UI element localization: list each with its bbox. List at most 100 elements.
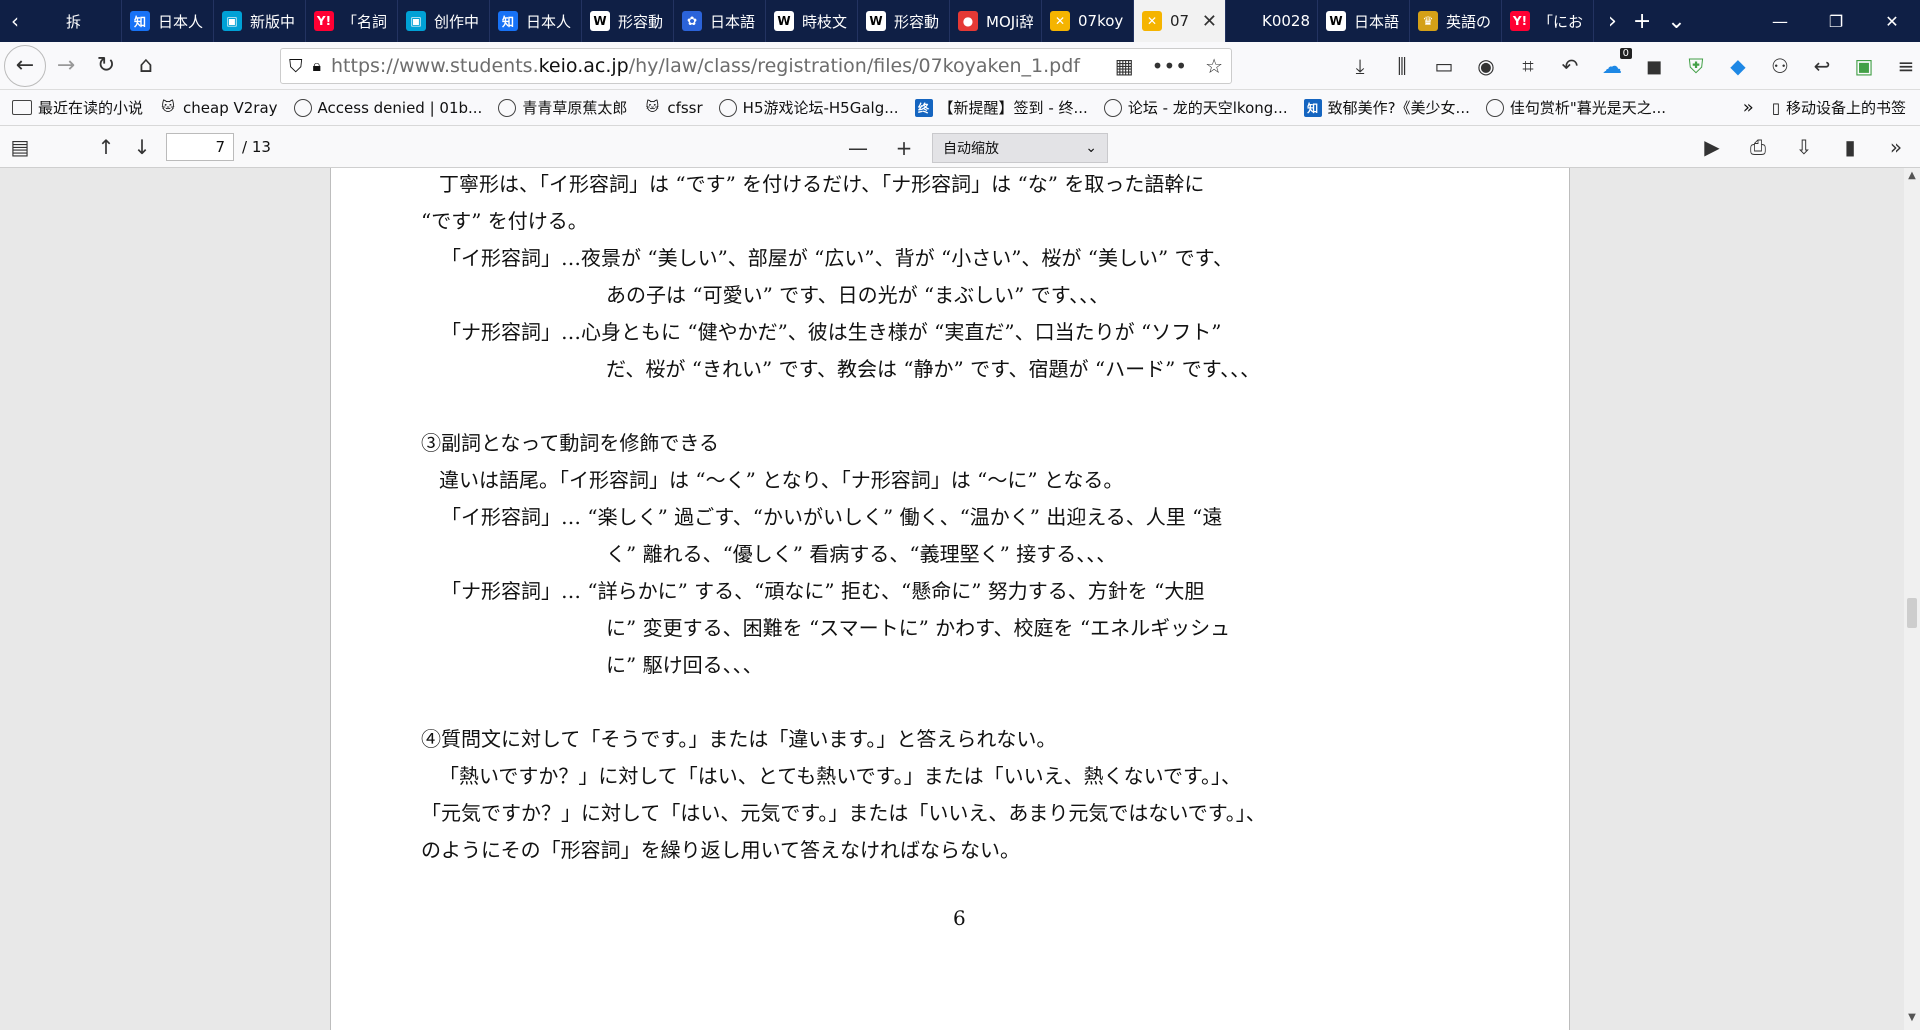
save-icon[interactable]: ▣	[1852, 54, 1876, 78]
tab-scroll-left-button[interactable]: ‹	[0, 0, 30, 42]
page-number-input[interactable]: 7	[166, 132, 234, 161]
presentation-mode-button[interactable]: ▶	[1694, 129, 1730, 165]
bookmark-item[interactable]: Access denied | 01b...	[293, 98, 482, 117]
tab-title: 日本人	[526, 12, 572, 31]
pdf-viewer[interactable]: 6 丁寧形は、「イ形容詞」は “です” を付けるだけ、「ナ形容詞」は “な” を…	[0, 168, 1920, 1030]
menu-icon[interactable]: ≡	[1894, 54, 1918, 78]
bookmark-view-button[interactable]: ▮	[1832, 129, 1868, 165]
tab-15[interactable]: ♛ 英語の	[1410, 0, 1502, 42]
home-button[interactable]: ⌂	[126, 46, 166, 86]
scroll-thumb[interactable]	[1907, 598, 1917, 628]
tab-favicon-icon: W	[866, 11, 886, 31]
tab-16[interactable]: Y! 「にお	[1502, 0, 1594, 42]
mobile-bookmarks-folder[interactable]: ▯ 移动设备上的书签	[1772, 97, 1906, 118]
extension-cat-icon[interactable]: ◼	[1642, 54, 1666, 78]
tab-title: 拆	[66, 12, 82, 31]
download-pdf-icon: ⇩	[1795, 135, 1813, 159]
crop-icon[interactable]: ⌗	[1516, 54, 1540, 78]
tab-scroll-right-button[interactable]: ›	[1608, 9, 1617, 34]
scroll-up-arrow[interactable]: ▲	[1904, 170, 1920, 186]
zoom-out-button[interactable]: —	[840, 130, 876, 166]
bookmark-item[interactable]: 佳句赏析"暮光是天之...	[1485, 97, 1666, 118]
tab-title: 時枝文	[802, 12, 848, 31]
forward-button[interactable]: →	[46, 46, 86, 86]
tab-0[interactable]: 拆	[30, 0, 122, 42]
tab-13[interactable]: K00283.p	[1226, 0, 1318, 42]
qr-code-icon[interactable]: ▦	[1115, 54, 1134, 78]
bookmark-item[interactable]: 青青草原蕉太郎	[498, 97, 627, 118]
scroll-down-arrow[interactable]: ▼	[1904, 1012, 1920, 1028]
close-tab-icon[interactable]: ✕	[1202, 11, 1217, 32]
previous-page-button[interactable]: ↑	[88, 129, 124, 165]
bookmark-item[interactable]: 知致郁美作?《美少女...	[1303, 97, 1470, 118]
tab-favicon-icon: W	[1326, 11, 1346, 31]
pdf-text-line: 「ナ形容詞」… “詳らかに” する、“頑なに” 拒む、“懸命に” 努力する、方針…	[441, 579, 1205, 603]
minimize-button[interactable]: —	[1752, 12, 1808, 31]
tools-button[interactable]: »	[1878, 129, 1914, 165]
cat-icon: 🐱︎	[645, 100, 660, 115]
undo-icon[interactable]: ↶	[1558, 54, 1582, 78]
vertical-scrollbar[interactable]: ▲ ▼	[1904, 168, 1920, 1030]
sidebar-icon[interactable]: ▭	[1432, 54, 1456, 78]
tab-6[interactable]: W 形容動	[582, 0, 674, 42]
tab-8[interactable]: W 時枝文	[766, 0, 858, 42]
bookmark-item[interactable]: 终【新提醒】签到 - 终...	[914, 97, 1088, 118]
zoom-select[interactable]: 自动缩放 ⌄	[932, 133, 1108, 163]
tab-title: 「名詞	[342, 12, 388, 31]
next-page-button[interactable]: ↓	[124, 129, 160, 165]
tab-5[interactable]: 知日本人	[490, 0, 582, 42]
bookmark-label: cheap V2ray	[183, 98, 278, 117]
bookmark-label: H5游戏论坛-H5Galg...	[742, 99, 899, 117]
bookmark-item[interactable]: H5游戏论坛-H5Galg...	[718, 97, 899, 118]
page-footer-number: 6	[953, 906, 966, 930]
pdf-text-line: に” 変更する、困難を “スマートに” かわす、校庭を “エネルギッシュ	[606, 616, 1231, 640]
tab-favicon-icon	[1234, 11, 1254, 31]
account-icon[interactable]: ◉	[1474, 54, 1498, 78]
bookmark-item[interactable]: 🐱︎ cheap V2ray	[159, 98, 278, 117]
back-button[interactable]: ←	[4, 44, 46, 87]
library-icon[interactable]: ⫼	[1390, 54, 1414, 78]
bookmark-item[interactable]: 最近在读的小说	[12, 97, 143, 118]
print-button[interactable]: ⎙	[1740, 129, 1776, 165]
tab-14[interactable]: W 日本語	[1318, 0, 1410, 42]
new-tab-button[interactable]: +	[1633, 9, 1651, 34]
bookmark-item[interactable]: 论坛 - 龙的天空lkong...	[1103, 97, 1288, 118]
extension-ghost-icon[interactable]: ☁ 0	[1600, 48, 1632, 78]
close-window-button[interactable]: ✕	[1864, 12, 1920, 31]
zoom-in-button[interactable]: +	[886, 130, 922, 166]
tab-7[interactable]: ✿ 日本語	[674, 0, 766, 42]
save-pdf-button[interactable]: ⇩	[1786, 129, 1822, 165]
printer-icon: ⎙	[1750, 135, 1766, 159]
bookmark-item[interactable]: 🐱︎ cfssr	[643, 99, 703, 117]
tab-10[interactable]: ● MOJi辞	[950, 0, 1042, 42]
tab-favicon-icon: 知	[498, 11, 518, 31]
tab-4[interactable]: ▣ 创作中	[398, 0, 490, 42]
page-actions-icon[interactable]: •••	[1152, 54, 1187, 78]
pdf-text-line: のようにその「形容詞」を繰り返し用いて答えなければならない。	[421, 838, 1020, 862]
tab-11[interactable]: ✕ 07koy	[1042, 0, 1134, 42]
bookmark-star-icon[interactable]: ☆	[1205, 54, 1223, 78]
tab-1[interactable]: 知日本人	[122, 0, 214, 42]
arrow-up-icon: ↑	[97, 134, 115, 159]
extension-shield-icon[interactable]: ⛨	[1684, 54, 1708, 78]
tab-9[interactable]: W 形容動	[858, 0, 950, 42]
url-text[interactable]: https://www.students.keio.ac.jp/hy/law/c…	[331, 55, 1105, 77]
reply-icon[interactable]: ↩	[1810, 54, 1834, 78]
tab-12[interactable]: ✕ 07 ✕	[1134, 0, 1226, 42]
pdf-text-line: 違いは語尾。「イ形容詞」は “～く” となり、「ナ形容詞」は “～に” となる。	[439, 468, 1124, 492]
url-bar[interactable]: ⛉ 🔒︎ https://www.students.keio.ac.jp/hy/…	[280, 48, 1232, 84]
site-logo-icon: 终	[914, 98, 933, 117]
tab-2[interactable]: ▣ 新版中	[214, 0, 306, 42]
shield-icon[interactable]: ⛉	[289, 56, 303, 77]
tab-list-dropdown-button[interactable]: ⌄	[1667, 9, 1685, 34]
lock-icon[interactable]: 🔒︎	[313, 56, 322, 76]
toggle-sidebar-button[interactable]: ▤	[2, 129, 38, 165]
bookmarks-overflow-icon[interactable]: »	[1743, 97, 1754, 118]
download-icon[interactable]: ⤓	[1348, 54, 1372, 78]
bookmark-label: 致郁美作?《美少女...	[1327, 99, 1470, 117]
tab-3[interactable]: Y! 「名詞	[306, 0, 398, 42]
reload-button[interactable]: ↻	[86, 46, 126, 86]
extension-person-icon[interactable]: ⚇	[1768, 54, 1792, 78]
restore-button[interactable]: ❐	[1808, 12, 1864, 31]
extension-cube-icon[interactable]: ◆	[1726, 54, 1750, 78]
